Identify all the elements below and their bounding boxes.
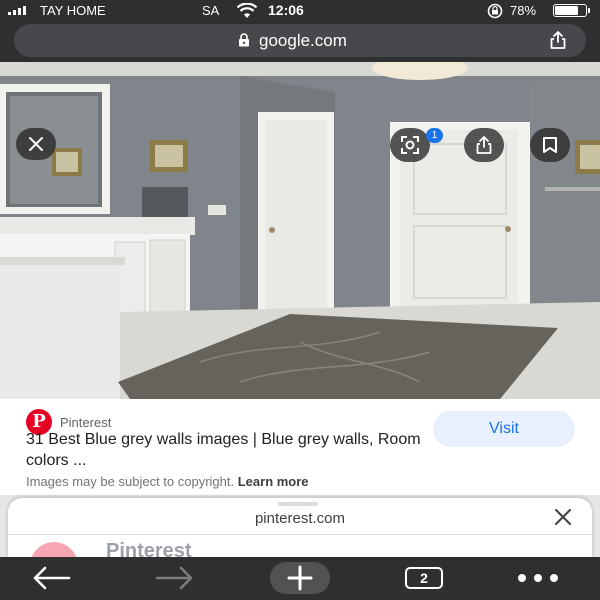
tabs-icon: 2	[405, 567, 443, 589]
address-bar[interactable]: google.com	[14, 24, 586, 57]
orientation-lock-icon	[487, 3, 503, 19]
forward-arrow-icon	[155, 566, 193, 590]
result-title[interactable]: 31 Best Blue grey walls images | Blue gr…	[26, 429, 426, 471]
share-icon	[476, 136, 492, 154]
battery-percent: 78%	[510, 3, 537, 18]
image-share-button[interactable]	[464, 128, 504, 162]
battery-fill	[555, 6, 579, 15]
source-name[interactable]: Pinterest	[60, 415, 111, 430]
address-bar-container: google.com	[0, 22, 600, 62]
image-viewer[interactable]: 1	[0, 62, 600, 399]
forward-button[interactable]	[152, 563, 198, 593]
tabs-button[interactable]: 2	[404, 563, 444, 593]
wifi-icon	[236, 3, 258, 18]
close-button[interactable]	[16, 128, 56, 160]
copyright-notice: Images may be subject to copyright. Lear…	[26, 474, 309, 489]
sheet-host: pinterest.com	[254, 510, 346, 527]
signal-icon	[8, 6, 26, 15]
battery-icon	[553, 4, 590, 17]
drag-handle[interactable]	[278, 502, 318, 506]
lens-icon	[401, 136, 419, 154]
lens-button[interactable]	[390, 128, 430, 162]
copyright-text: Images may be subject to copyright.	[26, 474, 235, 489]
share-icon[interactable]	[548, 30, 568, 50]
preview-sheet[interactable]: pinterest.com Pinterest	[8, 498, 592, 560]
bathroom-photo	[0, 62, 600, 399]
visit-button[interactable]: Visit	[433, 411, 575, 447]
bottom-toolbar: 2	[0, 557, 600, 600]
lock-icon	[239, 33, 249, 47]
learn-more-link[interactable]: Learn more	[238, 474, 309, 489]
lens-badge: 1	[426, 128, 443, 143]
carrier-label: TAY HOME	[40, 3, 106, 18]
url-text[interactable]: google.com	[259, 31, 347, 51]
back-arrow-icon	[33, 566, 71, 590]
close-icon	[29, 137, 43, 151]
close-icon[interactable]	[552, 506, 574, 528]
save-button[interactable]	[530, 128, 570, 162]
new-tab-button[interactable]	[270, 562, 330, 594]
clock: 12:06	[268, 2, 304, 18]
result-card: P Pinterest 31 Best Blue grey walls imag…	[0, 399, 600, 495]
status-bar: TAY HOME SA 12:06 78%	[0, 0, 600, 22]
more-menu-icon	[518, 574, 558, 582]
more-menu-button[interactable]	[514, 563, 562, 593]
new-tab-plus-icon	[270, 562, 330, 594]
sheet-divider	[8, 534, 592, 535]
network-label: SA	[202, 3, 220, 18]
back-button[interactable]	[28, 563, 74, 593]
bookmark-icon	[543, 137, 557, 153]
